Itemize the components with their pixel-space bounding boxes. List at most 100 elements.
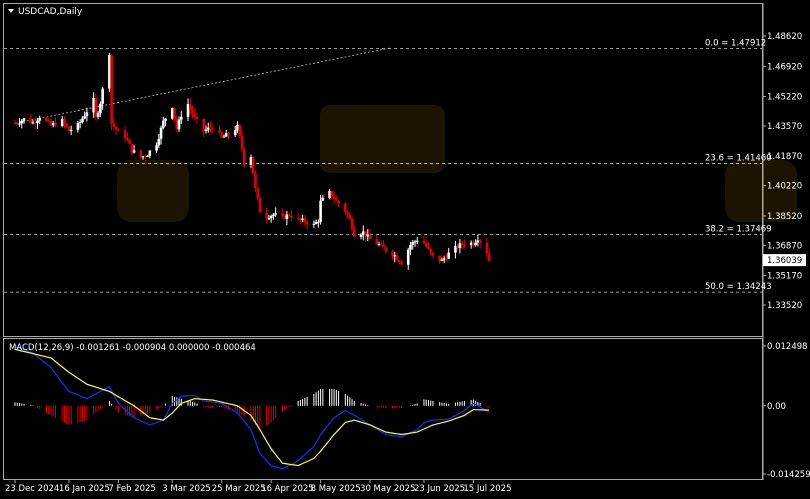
candle-bear [353,229,356,237]
candle-bear [299,218,302,220]
candle-bull [272,214,275,216]
candle-bull [162,120,165,128]
candle-bull [20,120,24,124]
candle-bear [242,149,246,166]
candle-bull [361,231,365,235]
candle-bull [92,97,95,113]
candle-bear [209,127,212,129]
candle-bear [485,242,489,254]
chart-title: USDCAD,Daily [18,7,83,17]
candle-bear [397,260,401,263]
candle-bull [236,125,239,131]
candle-bull [206,127,210,130]
candle-bear [303,218,307,223]
candle-bear [130,143,134,153]
candle-bull [274,213,277,215]
candle-bull [36,120,39,124]
candle-bull [31,122,35,124]
candle-bull [78,121,82,123]
candle-bear [382,244,385,248]
candle-bear [191,109,194,115]
candle-bull [69,129,73,132]
price-tick-label: 1.45220 [767,93,802,103]
candle-bear [287,214,291,216]
candle-bear [13,123,17,125]
candle-bull [224,133,228,137]
candle-bull [81,118,84,122]
symbol-title[interactable]: USDCAD,Daily [8,7,83,17]
price-tick-label: 1.41870 [767,152,802,162]
candle-bear [139,150,143,158]
candle-bull [18,123,21,125]
candle-bear [348,215,352,219]
candle-bear [94,97,98,117]
candle-bull [447,252,450,259]
candle-bull [60,118,64,126]
candle-bear [391,251,394,257]
candle-bear [67,126,71,132]
candle-bear [335,199,338,201]
candle-bull [413,241,417,243]
candle-bull [321,197,325,201]
candle-bull [415,240,419,242]
candle-bear [112,123,116,127]
price-tick-label: 1.48620 [767,32,802,42]
candle-bull [51,123,55,126]
candle-bull [179,116,183,120]
candle-bear [218,129,221,133]
candle-bull [157,138,161,146]
candle-bear [238,125,242,137]
candle-bear [193,114,197,117]
candle-bear [305,222,309,225]
candle-bear [427,246,430,249]
candle-bear [364,231,367,237]
candle-bear [63,118,66,124]
candle-bear [175,118,179,130]
candle-bear [460,243,464,245]
macd-tick-label: 0.00 [767,402,786,412]
chart-background [0,0,810,499]
candle-bear [49,121,53,126]
candle-bull [474,242,477,246]
candle-bear [54,123,57,126]
candle-bear [487,253,491,261]
current-price-label: 1.36039 [767,256,802,266]
candle-bull [440,259,444,262]
candle-bull [101,88,104,104]
candle-bear [33,122,37,124]
price-tick-label: 1.40220 [767,182,802,192]
candle-bear [332,197,336,200]
macd-title: MACD(12,26,9) -0.001261 -0.000904 0.0000… [9,343,256,353]
candle-bull [249,157,253,166]
candle-bear [188,104,192,110]
time-tick-label: 30 May 2025 [360,484,415,494]
candle-bear [123,130,127,138]
candle-bull [285,214,289,220]
candle-bull [99,103,102,113]
candle-bull [204,129,208,132]
candle-bear [173,108,176,119]
candle-bull [301,218,304,220]
candle-bear [296,217,300,219]
candle-bear [379,244,383,246]
candle-bear [45,118,48,121]
candle-bear [254,173,257,189]
candle-bull [317,221,320,223]
candle-bear [431,252,435,256]
candle-bear [384,247,388,252]
candle-bull [476,240,480,243]
mt4-chart[interactable]: USDCAD,Daily 0.0 = 1.47912 23.6 = 1.41460… [0,0,810,499]
time-tick-label: 23 Dec 2024 [5,484,59,494]
candle-bull [458,243,462,249]
price-tick-label: 1.46920 [767,62,802,72]
candle-bear [429,248,433,253]
candle-bull [269,215,273,219]
candle-bull [442,258,446,260]
candle-bull [148,150,152,156]
candle-bear [240,136,244,150]
candle-bull [155,145,158,151]
candle-bull [377,244,381,246]
candle-bull [393,255,397,257]
candle-bear [337,200,340,204]
candle-bear [400,262,403,265]
